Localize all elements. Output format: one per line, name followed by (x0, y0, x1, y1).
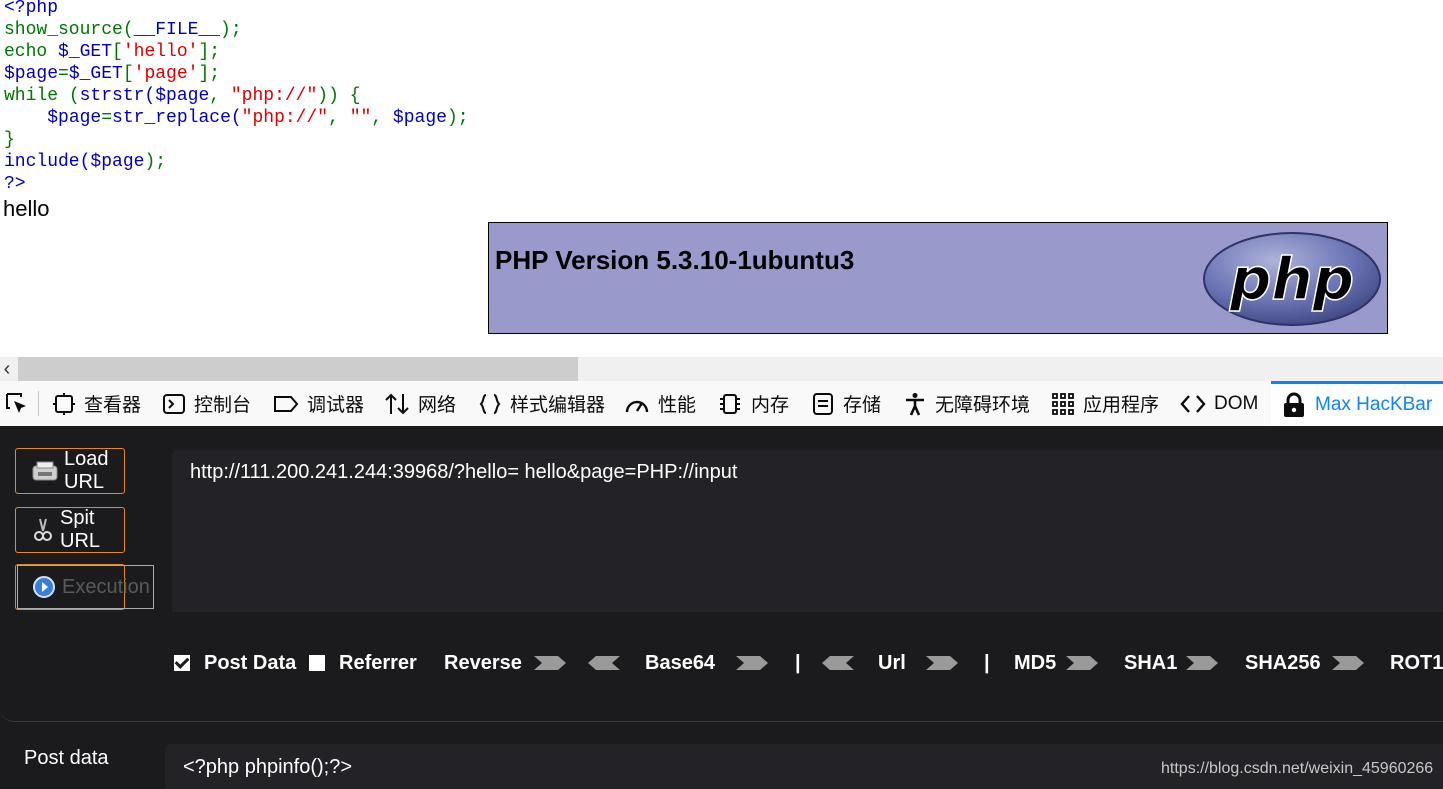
tab-storage[interactable]: 存储 (811, 381, 881, 426)
scrollbar-thumb[interactable] (18, 357, 578, 381)
tab-memory[interactable]: 内存 (717, 381, 789, 426)
arrow-left-icon[interactable] (586, 654, 620, 672)
arrow-right-icon[interactable] (1332, 654, 1366, 672)
arrow-right-icon[interactable] (926, 654, 960, 672)
reverse-button[interactable]: Reverse (444, 648, 522, 678)
hackbar-options-row: Post Data Referrer Reverse Base64 | Url … (172, 648, 1443, 678)
load-url-button[interactable]: Load URL (15, 448, 125, 494)
separator: | (984, 651, 990, 674)
tab-application[interactable]: 应用程序 (1051, 381, 1159, 426)
memory-chip-icon (720, 393, 740, 414)
execute-focus-outline (17, 565, 154, 609)
md5-button[interactable]: MD5 (1014, 648, 1056, 678)
url-value: http://111.200.241.244:39968/?hello= hel… (190, 461, 738, 483)
load-url-icon (32, 460, 58, 482)
arrow-right-icon[interactable] (1186, 654, 1220, 672)
php-logo: php (1203, 232, 1381, 326)
svg-text:php: php (1229, 245, 1354, 313)
braces-icon (479, 393, 501, 414)
toolbar-separator (38, 391, 39, 416)
page-viewport: <?php show_source(__FILE__); echo $_GET[… (0, 0, 1443, 357)
scroll-left-arrow-icon[interactable]: ‹ (0, 357, 14, 381)
network-icon (385, 393, 409, 414)
url-textarea[interactable]: http://111.200.241.244:39968/?hello= hel… (172, 450, 1443, 612)
split-url-button[interactable]: Spit URL (15, 507, 125, 553)
element-picker-button[interactable] (4, 381, 38, 426)
tab-style-editor[interactable]: 样式编辑器 (478, 381, 605, 426)
sha256-button[interactable]: SHA256 (1245, 648, 1321, 678)
phpinfo-header: PHP Version 5.3.10-1ubuntu3 php (488, 222, 1388, 334)
arrow-right-icon[interactable] (1066, 654, 1100, 672)
element-picker-icon (6, 392, 26, 413)
base64-button[interactable]: Base64 (645, 648, 715, 678)
separator: | (795, 651, 801, 674)
arrow-left-icon[interactable] (820, 654, 854, 672)
code-php-open: <?php (4, 0, 59, 18)
php-version-title: PHP Version 5.3.10-1ubuntu3 (495, 245, 855, 275)
hackbar-url-section: Load URL Spit URL Execution http://111.2… (0, 426, 1443, 722)
sha1-button[interactable]: SHA1 (1124, 648, 1177, 678)
tab-debugger[interactable]: 调试器 (273, 381, 364, 426)
checkbox-unchecked-icon (309, 655, 325, 671)
console-icon (163, 393, 185, 414)
post-data-label: Post data (24, 747, 109, 769)
post-data-value: <?php phpinfo();?> (183, 756, 353, 778)
tab-accessibility[interactable]: 无障碍环境 (903, 381, 1030, 426)
accessibility-icon (906, 392, 924, 416)
tab-performance[interactable]: 性能 (624, 381, 696, 426)
checkbox-checked-icon (174, 655, 190, 671)
post-data-checkbox[interactable]: Post Data (174, 648, 296, 678)
devtools-toolbar: 查看器 控制台 调试器 网络 样式编辑器 性能 内存 存储 无障碍环境 应用程序… (0, 381, 1443, 427)
php-source-code: <?php show_source(__FILE__); echo $_GET[… (4, 0, 469, 194)
grid-icon (1052, 392, 1074, 415)
url-encode-button[interactable]: Url (878, 648, 906, 678)
gauge-icon (625, 400, 649, 412)
inspector-icon (53, 392, 75, 415)
watermark: https://blog.csdn.net/weixin_45960266 (1161, 760, 1434, 777)
referrer-checkbox[interactable]: Referrer (309, 648, 417, 678)
tab-network[interactable]: 网络 (384, 381, 456, 426)
tab-max-hackbar[interactable]: Max HacKBar (1271, 381, 1443, 426)
tab-inspector[interactable]: 查看器 (52, 381, 141, 426)
echo-output: hello (3, 196, 50, 221)
hackbar-panel: Load URL Spit URL Execution http://111.2… (0, 426, 1443, 789)
storage-icon (813, 392, 833, 415)
arrow-right-icon[interactable] (534, 654, 568, 672)
horizontal-scrollbar[interactable]: ‹ (0, 357, 1443, 381)
debugger-icon (274, 395, 299, 412)
code-brackets-icon (1180, 394, 1206, 413)
tab-console[interactable]: 控制台 (162, 381, 251, 426)
scissors-icon (32, 517, 54, 543)
lock-icon (1284, 392, 1304, 417)
rot13-button[interactable]: ROT13 (1390, 648, 1443, 678)
arrow-right-icon[interactable] (736, 654, 770, 672)
tab-dom[interactable]: DOM (1180, 381, 1258, 426)
